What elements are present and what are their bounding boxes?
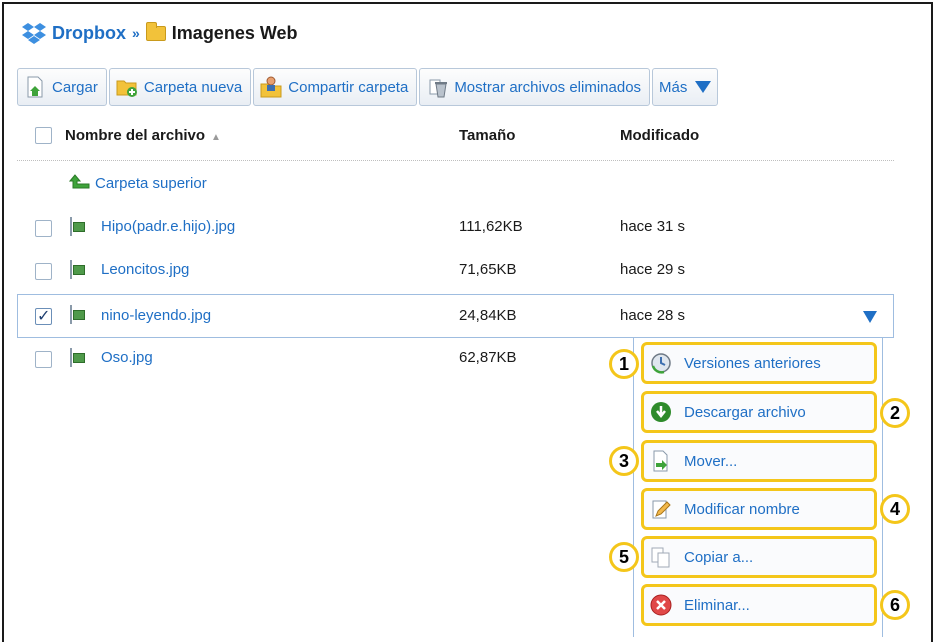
checkmark-icon: ✓ (37, 308, 51, 325)
chevron-down-icon (695, 81, 712, 93)
row-checkbox-checked[interactable]: ✓ (35, 308, 52, 325)
callout-badge-3: 3 (609, 446, 639, 476)
file-modified: hace 29 s (620, 261, 686, 278)
menu-item-label: Eliminar... (684, 596, 750, 614)
menu-item-move[interactable]: Mover... (641, 440, 877, 482)
toolbar: Cargar Carpeta nueva Compartir carpeta M… (17, 68, 720, 106)
show-deleted-label: Mostrar archivos eliminados (454, 78, 642, 96)
row-checkbox[interactable] (35, 351, 52, 368)
more-label: Más (659, 78, 688, 96)
share-folder-label: Compartir carpeta (288, 78, 409, 96)
row-checkbox[interactable] (35, 263, 52, 280)
breadcrumb-separator: » (132, 25, 140, 41)
menu-item-label: Modificar nombre (684, 500, 800, 518)
upload-button[interactable]: Cargar (17, 68, 107, 106)
menu-item-label: Mover... (684, 452, 738, 470)
dropbox-logo-icon (22, 22, 46, 44)
new-folder-label: Carpeta nueva (143, 78, 243, 96)
clock-icon (650, 352, 672, 374)
callout-badge-1: 1 (609, 349, 639, 379)
parent-folder-row[interactable]: Carpeta superior (17, 165, 894, 205)
file-name-link[interactable]: Oso.jpg (101, 349, 153, 366)
column-header-size[interactable]: Tamaño (459, 127, 515, 144)
file-list-header: Nombre del archivo ▲ Tamaño Modificado (17, 115, 894, 161)
file-modified: hace 31 s (620, 218, 686, 235)
select-all-checkbox[interactable] (35, 127, 52, 144)
callout-badge-4: 4 (880, 494, 910, 524)
file-size: 62,87KB (459, 349, 517, 366)
new-folder-icon (116, 76, 138, 98)
column-header-name[interactable]: Nombre del archivo ▲ (65, 127, 221, 144)
image-file-icon (70, 217, 72, 236)
table-row[interactable]: Leoncitos.jpg 71,65KB hace 29 s (17, 251, 894, 291)
row-menu-chevron-icon[interactable] (863, 310, 877, 327)
breadcrumb-root-link[interactable]: Dropbox (52, 23, 126, 44)
more-button[interactable]: Más (652, 68, 719, 106)
table-row[interactable]: Hipo(padr.e.hijo).jpg 111,62KB hace 31 s (17, 208, 894, 248)
parent-folder-link[interactable]: Carpeta superior (95, 175, 207, 192)
file-name-link[interactable]: Hipo(padr.e.hijo).jpg (101, 218, 235, 235)
column-header-modified[interactable]: Modificado (620, 127, 699, 144)
breadcrumb: Dropbox » Imagenes Web (22, 20, 298, 46)
file-size: 111,62KB (459, 218, 523, 235)
download-icon (650, 401, 672, 423)
image-file-icon (70, 260, 72, 279)
column-header-name-label: Nombre del archivo (65, 127, 206, 144)
menu-item-delete[interactable]: Eliminar... (641, 584, 877, 626)
menu-item-rename[interactable]: Modificar nombre (641, 488, 877, 530)
menu-item-copy[interactable]: Copiar a... (641, 536, 877, 578)
folder-icon (145, 21, 166, 41)
breadcrumb-current: Imagenes Web (171, 22, 298, 43)
menu-item-download[interactable]: Descargar archivo (641, 391, 877, 433)
copy-icon (650, 546, 672, 568)
menu-item-label: Copiar a... (684, 548, 754, 566)
menu-item-label: Descargar archivo (684, 403, 806, 421)
file-name-link[interactable]: Leoncitos.jpg (101, 261, 189, 278)
delete-icon (650, 594, 672, 616)
file-size: 71,65KB (459, 261, 517, 278)
row-checkbox[interactable] (35, 220, 52, 237)
image-file-icon (70, 348, 72, 367)
file-modified: hace 28 s (620, 307, 686, 324)
move-icon (650, 450, 672, 472)
sort-ascending-icon: ▲ (211, 132, 221, 143)
menu-item-label: Versiones anteriores (684, 354, 821, 372)
trash-icon (426, 76, 448, 98)
image-file-icon (70, 305, 72, 324)
pencil-icon (650, 498, 672, 520)
callout-badge-2: 2 (880, 398, 910, 428)
file-name-link[interactable]: nino-leyendo.jpg (101, 307, 211, 324)
file-size: 24,84KB (459, 307, 517, 324)
show-deleted-button[interactable]: Mostrar archivos eliminados (419, 68, 651, 106)
new-folder-button[interactable]: Carpeta nueva (108, 68, 252, 106)
upload-icon (24, 76, 46, 98)
share-folder-icon (260, 76, 282, 98)
share-folder-button[interactable]: Compartir carpeta (253, 68, 418, 106)
up-arrow-icon (68, 173, 91, 197)
table-row-selected[interactable]: ✓ nino-leyendo.jpg 24,84KB hace 28 s (17, 294, 894, 338)
callout-badge-6: 6 (880, 590, 910, 620)
callout-badge-5: 5 (609, 542, 639, 572)
menu-item-previous-versions[interactable]: Versiones anteriores (641, 342, 877, 384)
upload-label: Cargar (52, 78, 98, 96)
